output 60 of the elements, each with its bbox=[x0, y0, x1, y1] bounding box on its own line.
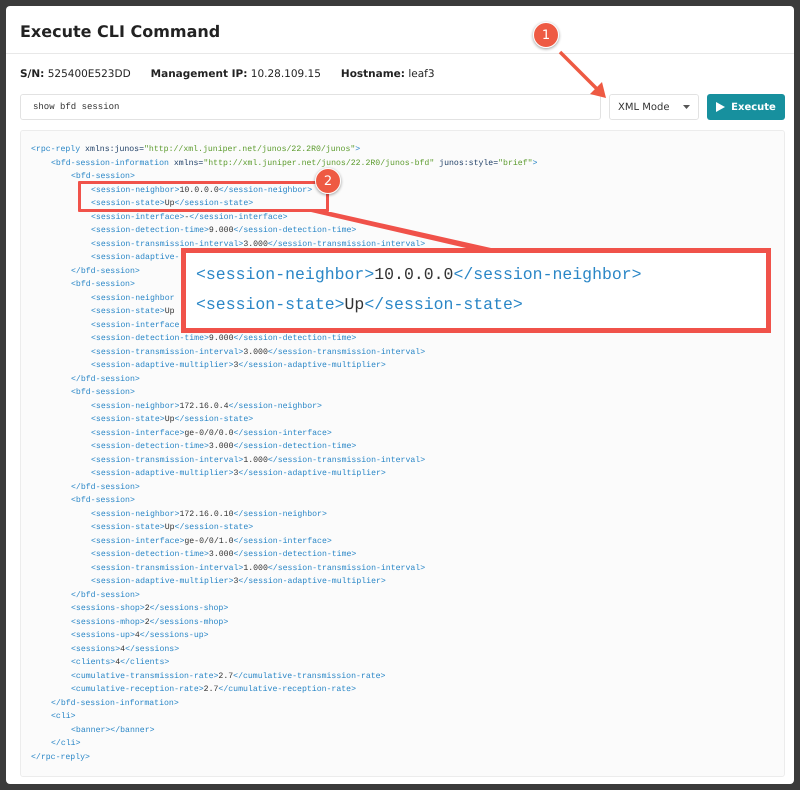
code-line: <session-interface bbox=[91, 320, 180, 332]
code-line: <session-state>Up</session-state> bbox=[91, 414, 254, 426]
code-line: <session-transmission-interval>3.000</session-transmission-interval> bbox=[91, 346, 426, 358]
code-line: <sessions-mhop>2</sessions-mhop> bbox=[71, 616, 228, 628]
code-line: <cumulative-transmission-rate>2.7</cumulative-transmission-rate> bbox=[71, 670, 386, 682]
code-line: <session-state>Up</session-state> bbox=[91, 522, 254, 534]
code-line: <session-transmission-interval>3.000</session-transmission-interval> bbox=[91, 238, 426, 250]
code-line: <session-adaptive-multiplier>3</session-adaptive-multiplier> bbox=[91, 360, 386, 372]
code-line: <session-detection-time>9.000</session-detection-time> bbox=[91, 333, 356, 345]
code-line: <bfd-session> bbox=[71, 495, 135, 507]
code-line: <rpc-reply xmlns:junos="http://xml.juniper.net/junos/22.2R0/junos"> bbox=[31, 144, 360, 156]
code-line: <session-transmission-interval>1.000</session-transmission-interval> bbox=[91, 562, 426, 574]
play-icon bbox=[716, 102, 726, 112]
mode-select[interactable]: XML Mode bbox=[609, 94, 699, 120]
dialog-title: Execute CLI Command bbox=[20, 22, 220, 41]
code-line: </cli> bbox=[51, 738, 80, 750]
code-line: <bfd-session> bbox=[71, 279, 135, 291]
code-line: <session-state>Up bbox=[91, 306, 175, 318]
code-line: <session-neighbor>10.0.0.0</session-neighbor> bbox=[91, 184, 312, 196]
code-line: </bfd-session> bbox=[71, 374, 140, 386]
code-line: <session-adaptive-multiplier>3</session-adaptive-multiplier> bbox=[91, 468, 386, 480]
code-line: <session-detection-time>9.000</session-detection-time> bbox=[91, 225, 356, 237]
step-badge: 2 bbox=[315, 168, 341, 194]
code-line: <session-state>Up</session-state> bbox=[91, 198, 254, 210]
code-line: </bfd-session> bbox=[71, 590, 140, 602]
code-line: <session-interface>-</session-interface> bbox=[91, 212, 288, 224]
code-line: <sessions-shop>2</sessions-shop> bbox=[71, 603, 228, 615]
code-line: <banner></banner> bbox=[71, 724, 155, 736]
code-line: <session-detection-time>3.000</session-detection-time> bbox=[91, 549, 356, 561]
code-line: </bfd-session> bbox=[71, 266, 140, 278]
code-line: <session-detection-time>3.000</session-detection-time> bbox=[91, 441, 356, 453]
code-line: <session-neighbor>172.16.0.4</session-neighbor> bbox=[91, 400, 322, 412]
code-line: <clients>4</clients> bbox=[71, 657, 170, 669]
code-line: <session-neighbor>10.0.0.0</session-neighbor> bbox=[196, 264, 642, 286]
code-line: <sessions-up>4</sessions-up> bbox=[71, 630, 209, 642]
step-badge: 1 bbox=[533, 22, 559, 48]
code-line: <session-adaptive-multiplier>3</session-adaptive-multiplier> bbox=[91, 576, 386, 588]
code-line: </bfd-session> bbox=[71, 482, 140, 494]
code-line: <session-neighbor bbox=[91, 292, 175, 304]
code-line: <cumulative-reception-rate>2.7</cumulative-reception-rate> bbox=[71, 684, 356, 696]
code-line: </rpc-reply> bbox=[31, 752, 90, 764]
code-line: <bfd-session-information xmlns="http://xml.juniper.net/junos/22.2R0/junos-bfd" junos:style="brief"> bbox=[51, 158, 538, 170]
arrow-icon bbox=[558, 50, 608, 100]
execute-button[interactable]: Execute bbox=[707, 94, 785, 120]
device-info: S/N: 525400E523DD bbox=[20, 68, 131, 80]
command-input[interactable]: show bfd session bbox=[20, 94, 601, 120]
code-line: <session-state>Up</session-state> bbox=[196, 294, 523, 316]
code-line: <cli> bbox=[51, 711, 76, 723]
code-line: </bfd-session-information> bbox=[51, 698, 179, 710]
device-info: Management IP: 10.28.109.15 bbox=[150, 68, 321, 80]
code-line: <bfd-session> bbox=[71, 387, 135, 399]
code-line: <sessions>4</sessions> bbox=[71, 644, 180, 656]
code-line: <session-interface>ge-0/0/0.0</session-interface> bbox=[91, 428, 332, 440]
code-line: <session-interface>ge-0/0/1.0</session-interface> bbox=[91, 536, 332, 548]
code-line: <session-adaptive- bbox=[91, 252, 180, 264]
device-info: Hostname: leaf3 bbox=[340, 68, 435, 80]
code-line: <session-neighbor>172.16.0.10</session-neighbor> bbox=[91, 508, 327, 520]
code-line: <bfd-session> bbox=[71, 171, 135, 183]
caret-icon bbox=[683, 105, 690, 109]
code-line: <session-transmission-interval>1.000</session-transmission-interval> bbox=[91, 454, 426, 466]
